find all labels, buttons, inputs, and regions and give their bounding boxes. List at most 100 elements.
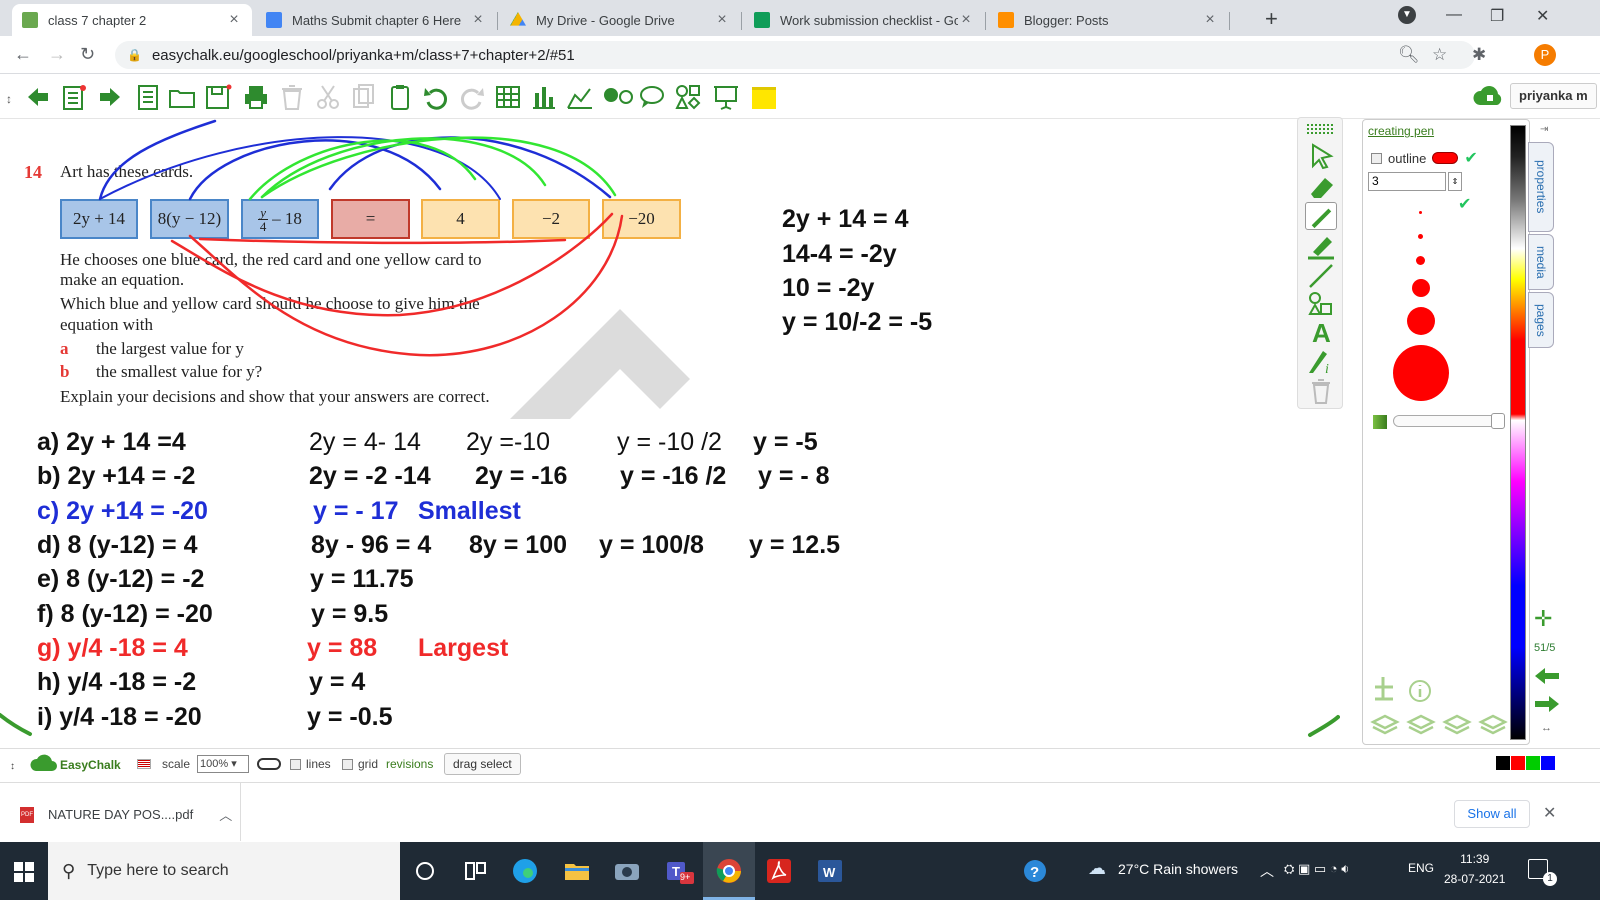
whiteboard-canvas[interactable]: 14 Art has these cards. 2y + 14 8(y − 12… [0,119,1340,759]
page-list-icon[interactable] [134,83,162,111]
back-arrow-icon[interactable] [24,83,52,111]
help-icon[interactable]: ? [1020,856,1050,886]
url-bar[interactable]: 🔒 easychalk.eu/googleschool/priyanka+m/c… [115,41,1475,69]
undo-icon[interactable] [422,83,450,111]
move-icon[interactable]: ✛ [1534,606,1552,632]
shapes-icon[interactable] [674,83,702,111]
palette-grip-icon[interactable] [1305,122,1337,136]
close-icon[interactable]: ✕ [1543,803,1556,823]
new-tab-button[interactable]: + [1265,6,1278,32]
select-arrow-icon[interactable] [1305,142,1337,170]
drag-select-button[interactable]: drag select [444,753,521,775]
color-swatch-green[interactable] [1526,756,1540,770]
pen-color-swatch[interactable] [1432,152,1459,164]
edge-icon[interactable] [510,856,540,886]
trash-icon[interactable] [278,83,306,111]
pen-size-input[interactable]: 3 [1368,172,1446,191]
tab-maths-submit[interactable]: Maths Submit chapter 6 Here × [256,4,496,36]
cloud-sync-icon[interactable] [1472,85,1504,107]
opacity-slider-thumb[interactable] [1491,413,1505,429]
text-tool-icon[interactable]: A [1305,318,1337,346]
camera-icon[interactable] [612,856,642,886]
bar-chart-icon[interactable] [530,83,558,111]
close-icon[interactable]: × [226,11,242,29]
acrobat-icon[interactable] [764,856,794,886]
tray-chevron-icon[interactable]: ︿ [1260,861,1274,881]
reload-icon[interactable]: ↻ [80,44,95,65]
language-indicator[interactable]: ENG [1408,861,1434,875]
drag-handle-icon[interactable]: ↕ [10,761,15,772]
tab-blogger[interactable]: Blogger: Posts × [988,4,1228,36]
resize-icon[interactable]: ↔ [1541,722,1552,734]
taskbar-clock[interactable]: 11:39 28-07-2021 [1444,849,1505,889]
prev-page-icon[interactable] [1533,664,1561,688]
redo-icon[interactable] [458,83,486,111]
tab-media[interactable]: media [1528,234,1554,290]
forward-arrow-icon[interactable] [96,83,124,111]
drag-handle-icon[interactable]: ↕ [4,83,16,111]
tab-properties[interactable]: properties [1528,142,1554,232]
close-window-button[interactable]: ✕ [1536,6,1549,26]
word-icon[interactable]: W [815,856,845,886]
windows-start-icon[interactable] [14,862,34,882]
tab-class7[interactable]: class 7 chapter 2 × [12,4,252,36]
back-icon[interactable]: ← [14,44,32,65]
task-view-icon[interactable] [460,856,490,886]
show-all-button[interactable]: Show all [1454,800,1530,828]
weather-text[interactable]: 27°C Rain showers [1118,861,1238,877]
pen-size-option[interactable] [1419,211,1422,214]
close-icon[interactable]: × [1202,11,1218,29]
graph-icon[interactable] [566,83,594,111]
tab-pages[interactable]: pages [1528,292,1554,348]
lines-checkbox[interactable] [290,759,301,770]
copy-icon[interactable] [350,83,378,111]
paste-icon[interactable] [386,83,414,111]
download-item[interactable]: PDF NATURE DAY POS....pdf ︿ [20,805,232,824]
pen-size-option[interactable] [1393,345,1449,401]
grid-checkbox[interactable] [342,759,353,770]
delete-icon[interactable] [1305,377,1337,405]
shape-tool-icon[interactable] [1305,290,1337,318]
chrome-taskbar-item[interactable] [703,842,755,900]
revisions-link[interactable]: revisions [386,757,433,771]
color-swatch-red[interactable] [1511,756,1525,770]
language-flag-icon[interactable] [137,759,151,769]
profile-avatar[interactable]: P [1534,44,1556,66]
tab-search-icon[interactable]: ▼ [1398,6,1416,24]
panel-collapse-icon[interactable]: ⇥ [1540,124,1548,135]
pen-size-option[interactable] [1407,307,1435,335]
pen-size-option[interactable] [1416,256,1425,265]
zoom-icon[interactable]: 🔍︎ [1398,45,1420,65]
print-icon[interactable] [242,83,270,111]
pen-size-spinner[interactable]: ⇕ [1448,172,1462,191]
table-icon[interactable] [494,83,522,111]
outline-option[interactable]: outline ✔ [1371,148,1478,168]
comment-icon[interactable] [638,83,666,111]
eraser-icon[interactable] [1305,172,1337,200]
minimize-button[interactable]: — [1446,6,1462,24]
cut-icon[interactable] [314,83,342,111]
info-icon[interactable] [1407,678,1433,704]
layer-stack-icons[interactable] [1369,708,1519,738]
sticky-note-icon[interactable] [750,83,778,111]
chevron-up-icon[interactable]: ︿ [219,805,232,824]
save-icon[interactable] [204,83,232,111]
restore-button[interactable]: ❐ [1490,6,1504,26]
tray-icons[interactable]: ⛭ ▣ ▭ ◔ 🔉︎ [1284,861,1349,877]
next-page-icon[interactable] [1533,692,1561,716]
close-icon[interactable]: × [714,11,730,29]
scale-select[interactable]: 100% ▾ [197,755,249,773]
pen-icon[interactable] [1305,202,1337,230]
outline-checkbox[interactable] [1371,152,1382,164]
new-page-icon[interactable] [60,83,88,111]
tab-checklist[interactable]: Work submission checklist - Goo × [744,4,984,36]
tab-drive[interactable]: My Drive - Google Drive × [500,4,740,36]
forward-icon[interactable]: → [48,44,66,65]
presentation-icon[interactable] [712,83,740,111]
pen-size-option[interactable] [1418,234,1423,239]
open-folder-icon[interactable] [168,83,196,111]
close-icon[interactable]: × [958,11,974,29]
extensions-icon[interactable]: ✱ [1472,45,1486,65]
taskbar-search-box[interactable]: ⚲ Type here to search [48,842,400,900]
pen-size-option[interactable] [1412,279,1430,297]
